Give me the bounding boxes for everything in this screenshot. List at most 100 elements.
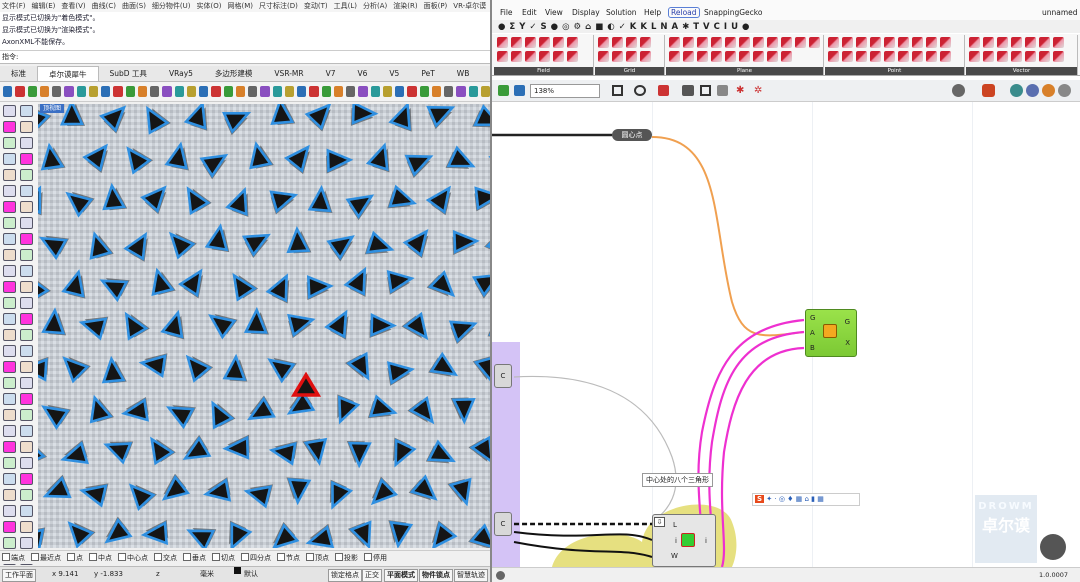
tool-icon[interactable] [370,86,380,97]
side-tool-icon[interactable] [3,393,16,405]
side-tool-icon[interactable] [20,345,33,357]
osnap-option[interactable]: 四分点 [241,551,271,564]
tool-icon[interactable] [223,86,233,97]
preview-mode-icon[interactable] [952,84,965,97]
gh-component-icon[interactable] [940,37,951,48]
tool-icon[interactable] [284,86,294,97]
input-w[interactable]: W [671,552,678,560]
gh-component-icon[interactable] [842,51,853,62]
gh-tab-letter[interactable]: Σ [509,22,515,32]
layer-label[interactable]: 默认 [244,567,258,582]
tool-icon[interactable] [113,86,123,97]
menu-edit[interactable]: Edit [522,8,537,17]
side-tool-icon[interactable] [20,217,33,229]
gh-component-icon[interactable] [767,51,778,62]
menu-display[interactable]: Display [572,8,600,17]
gh-tab-letter[interactable]: L [651,22,656,32]
rhino-menu-item[interactable]: 渲染(R) [393,0,417,12]
rhino-menu-item[interactable]: 分析(A) [363,0,387,12]
side-tool-icon[interactable] [20,441,33,453]
gh-component-icon[interactable] [767,37,778,48]
material-preview-icon[interactable] [1042,84,1055,97]
bake-icon[interactable] [982,84,995,97]
gh-component-icon[interactable] [940,51,951,62]
side-tool-icon[interactable] [3,185,16,197]
menu-reload[interactable]: Reload [668,7,700,18]
gh-component-icon[interactable] [828,37,839,48]
tool-icon[interactable] [480,86,490,97]
osnap-option[interactable]: 端点 [2,551,25,564]
gh-tab-letter[interactable]: Y [519,22,525,32]
open-file-icon[interactable] [498,85,509,96]
tool-icon[interactable] [15,86,25,97]
gh-component-icon[interactable] [511,37,522,48]
mode-osnap[interactable]: 物件锁点 [419,569,453,582]
tool-icon[interactable] [39,86,49,97]
frame-icon[interactable] [700,85,711,96]
side-tool-icon[interactable] [20,537,33,549]
gh-component-icon[interactable] [884,51,895,62]
gh-tab-letter[interactable]: ⌂ [585,22,591,32]
osnap-option[interactable]: 最近点 [31,551,61,564]
side-tool-icon[interactable] [20,473,33,485]
gh-tab-letter[interactable]: ✓ [619,22,626,32]
side-tool-icon[interactable] [20,313,33,325]
side-tool-icon[interactable] [3,473,16,485]
wire-display-icon[interactable] [717,85,728,96]
rhino-tab[interactable]: 标准 [0,66,37,81]
side-tool-icon[interactable] [3,249,16,261]
gh-component-icon[interactable] [669,51,680,62]
side-tool-icon[interactable] [3,137,16,149]
input-a[interactable]: A [810,329,815,337]
gh-component-icon[interactable] [553,51,564,62]
gh-component-icon[interactable] [598,37,609,48]
tool-icon[interactable] [150,86,160,97]
render-preview-icon[interactable] [1058,84,1071,97]
output-x[interactable]: X [845,339,850,347]
side-tool-icon[interactable] [20,201,33,213]
save-file-icon[interactable] [514,85,525,96]
gh-component-icon[interactable] [1025,37,1036,48]
preview-eye-icon[interactable] [634,85,646,96]
rhino-tab[interactable]: WB [446,66,481,81]
side-tool-icon[interactable] [3,505,16,517]
side-tool-icon[interactable] [3,233,16,245]
input-i[interactable]: i [675,537,677,545]
rhino-menu-item[interactable]: 编辑(E) [32,0,56,12]
side-tool-icon[interactable] [20,393,33,405]
gh-component-icon[interactable] [553,37,564,48]
wire-preview-icon[interactable] [1026,84,1039,97]
shaded-preview-icon[interactable] [1010,84,1023,97]
gh-tab-letter[interactable]: T [693,22,699,32]
tool-icon[interactable] [64,86,74,97]
gh-component-icon[interactable] [697,51,708,62]
gh-component-icon[interactable] [1025,51,1036,62]
rhino-menu-item[interactable]: 细分物件(U) [152,0,191,12]
tool-icon[interactable] [88,86,98,97]
side-tool-icon[interactable] [20,489,33,501]
side-tool-icon[interactable] [3,521,16,533]
zoom-dropdown[interactable]: 138% [530,84,600,98]
gh-component-icon[interactable] [1011,51,1022,62]
rhino-tab[interactable]: VRay5 [158,66,204,81]
input-l[interactable]: L [673,521,677,529]
gh-tab-letter[interactable]: ◐ [607,22,614,32]
rhino-tab[interactable]: VSR-MR [263,66,314,81]
gh-component-icon[interactable] [753,37,764,48]
side-tool-icon[interactable] [20,329,33,341]
side-tool-icon[interactable] [20,121,33,133]
tool-icon[interactable] [456,86,466,97]
gh-tab-letter[interactable]: I [724,22,727,32]
osnap-option[interactable]: 切点 [212,551,235,564]
tool-icon[interactable] [468,86,478,97]
side-tool-icon[interactable] [20,185,33,197]
gh-component-icon[interactable] [997,51,1008,62]
tool-icon[interactable] [407,86,417,97]
green-component[interactable]: G A B G X [805,309,857,357]
gh-component-icon[interactable] [497,51,508,62]
gh-tab-letter[interactable]: ● [742,22,749,32]
mode-grid-snap[interactable]: 锁定格点 [328,569,362,582]
rhino-tab[interactable]: 多边形建模 [204,66,264,81]
tool-icon[interactable] [333,86,343,97]
side-tool-icon[interactable] [20,233,33,245]
